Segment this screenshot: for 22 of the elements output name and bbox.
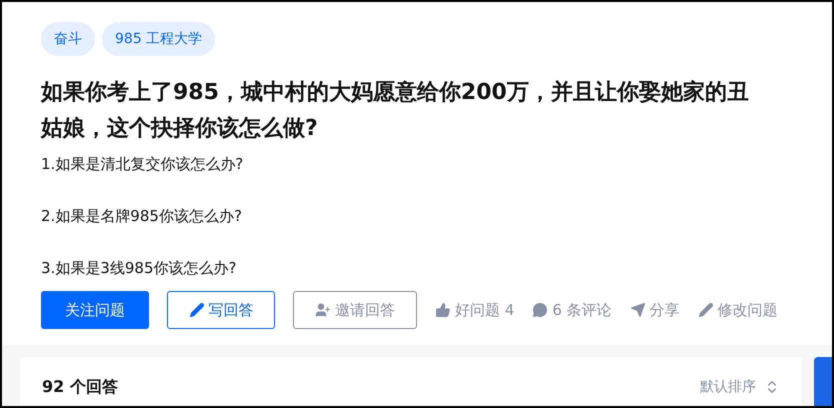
- question-title: 如果你考上了985，城中村的大妈愿意给你200万，并且让你娶她家的丑姑娘，这个抉择你该怎么做?: [41, 78, 750, 143]
- question-text: 2.如果是名牌985你该怎么办?: [41, 206, 243, 227]
- topic-tag[interactable]: 奋斗: [41, 22, 95, 56]
- user-plus-icon: [315, 302, 331, 318]
- answer-count: 92 个回答: [42, 376, 118, 398]
- pencil-icon: [188, 302, 204, 318]
- follow-button[interactable]: 关注问题: [41, 291, 149, 329]
- thumbs-up-icon: [435, 302, 451, 318]
- share-button[interactable]: 分享: [630, 298, 680, 322]
- topic-tag[interactable]: 985 工程大学: [102, 22, 216, 56]
- like-button[interactable]: 好问题 4: [435, 298, 514, 322]
- question-text: 1.如果是清北复交你该怎么办?: [41, 154, 244, 175]
- invite-button[interactable]: 邀请回答: [293, 291, 417, 329]
- comment-icon: [532, 302, 548, 318]
- sort-button[interactable]: 默认排序: [700, 376, 780, 398]
- side-panel: [814, 357, 832, 406]
- edit-button[interactable]: 修改问题: [698, 298, 778, 322]
- send-icon: [630, 302, 646, 318]
- question-text: 3.如果是3线985你该怎么办?: [41, 258, 238, 279]
- comment-button[interactable]: 6 条评论: [532, 298, 612, 322]
- write-answer-button[interactable]: 写回答: [167, 291, 275, 329]
- pencil-icon: [698, 302, 714, 318]
